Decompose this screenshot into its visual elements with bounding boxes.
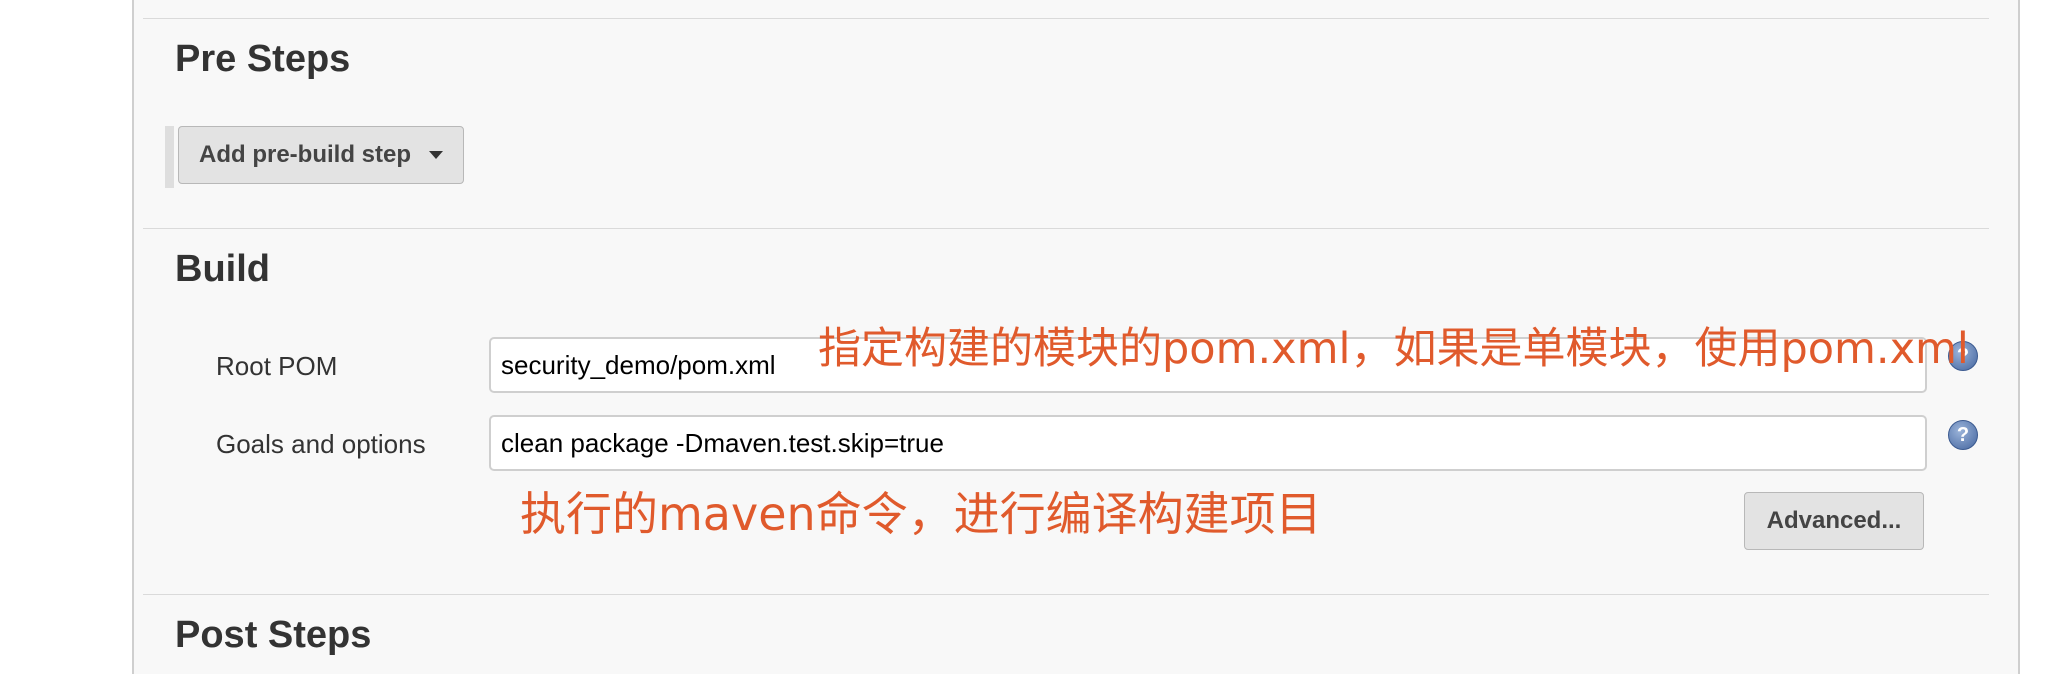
section-divider	[143, 594, 1989, 595]
goals-label: Goals and options	[216, 429, 426, 459]
advanced-button[interactable]: Advanced...	[1744, 492, 1924, 550]
goals-input[interactable]: clean package -Dmaven.test.skip=true	[489, 415, 1927, 471]
add-pre-build-step-label: Add pre-build step	[199, 141, 411, 168]
goals-annotation: 执行的maven命令，进行编译构建项目	[520, 487, 1322, 541]
add-pre-build-step-button[interactable]: Add pre-build step	[178, 126, 464, 184]
post-steps-title: Post Steps	[175, 614, 372, 656]
root-pom-annotation: 指定构建的模块的pom.xml，如果是单模块，使用pom.xml	[818, 324, 1969, 374]
pre-steps-title: Pre Steps	[175, 38, 351, 80]
build-title: Build	[175, 248, 270, 290]
section-divider	[143, 18, 1989, 19]
root-pom-label: Root POM	[216, 351, 338, 381]
chevron-down-icon	[429, 151, 443, 159]
section-divider	[143, 228, 1989, 229]
help-icon[interactable]: ?	[1948, 420, 1978, 450]
step-drag-handle	[165, 126, 174, 188]
